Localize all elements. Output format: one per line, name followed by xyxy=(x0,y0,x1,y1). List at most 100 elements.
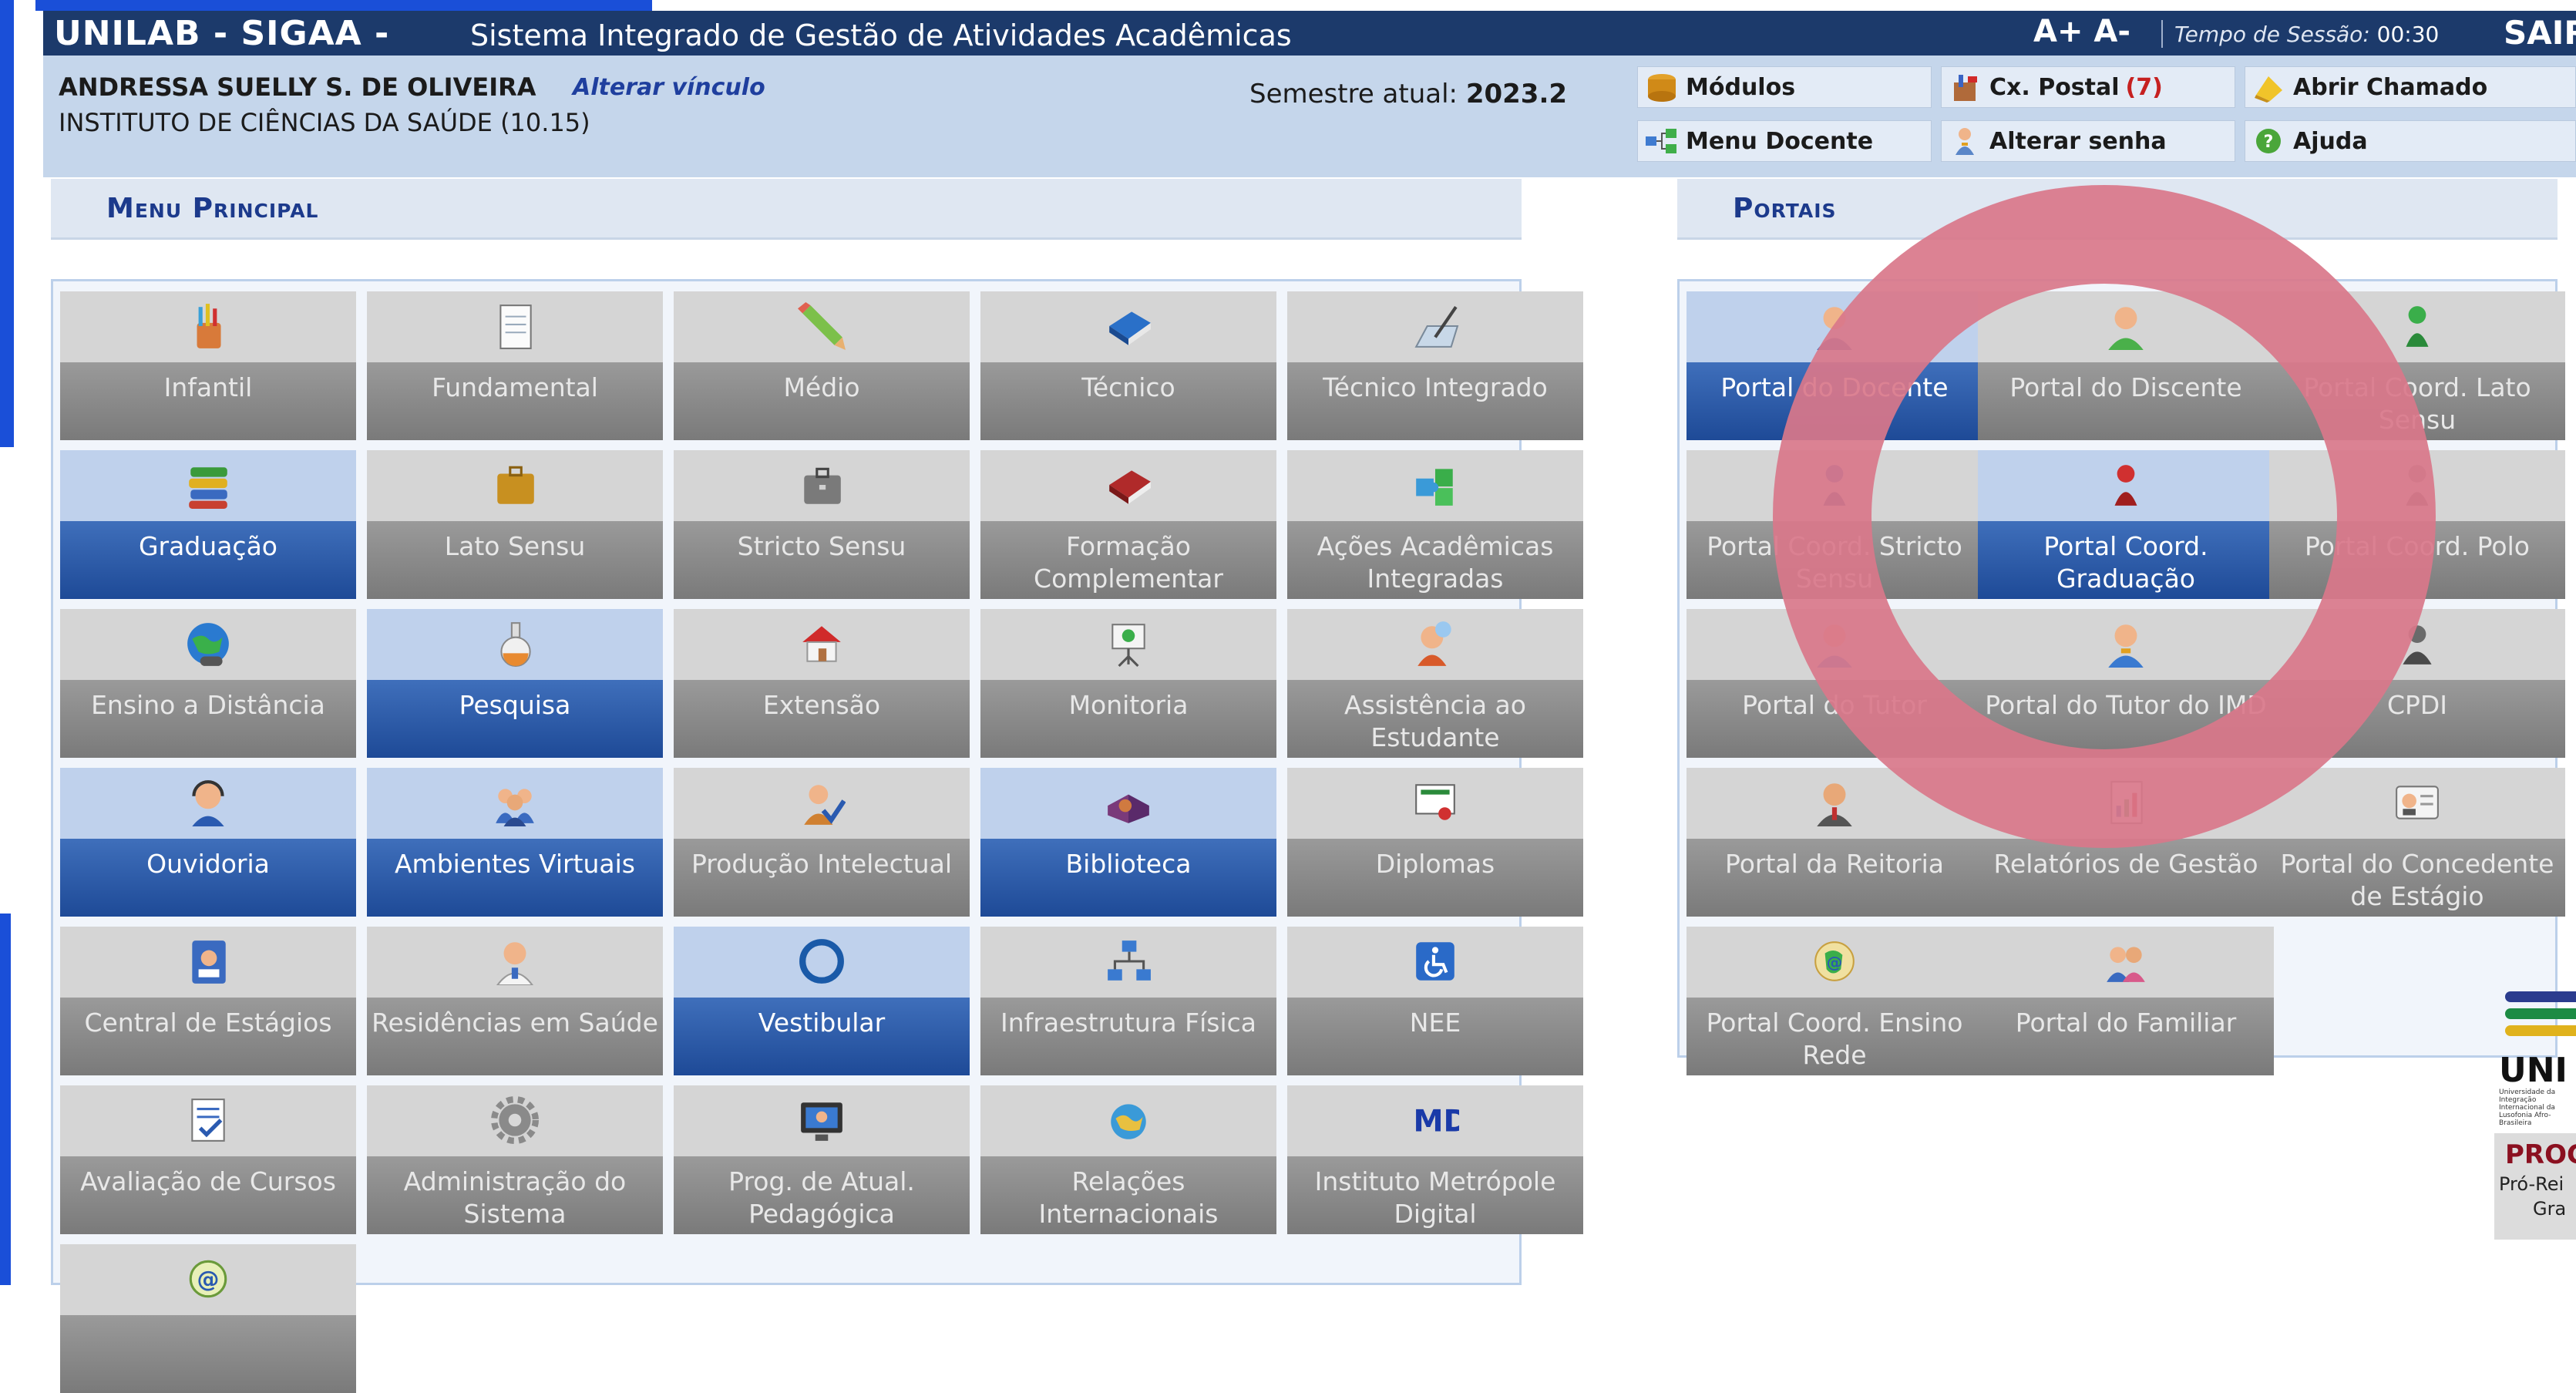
menu-tile[interactable]: Avaliação de Cursos xyxy=(60,1085,356,1234)
menu-tile[interactable]: Ouvidoria xyxy=(60,768,356,917)
briefcase-gray-icon xyxy=(798,461,846,509)
menu-tile[interactable]: NEE xyxy=(1287,927,1583,1075)
menu-tile[interactable]: Fundamental xyxy=(367,291,663,440)
help-label: Ajuda xyxy=(2293,127,2368,155)
network-icon xyxy=(1105,937,1152,985)
menu-tile[interactable]: Monitoria xyxy=(980,609,1276,758)
change-password-label: Alterar senha xyxy=(1989,127,2167,155)
portal-tile[interactable]: @ Portal Coord. Ensino Rede xyxy=(1687,927,1982,1075)
logo-wave-blue xyxy=(2505,991,2576,1002)
user-info-bar: ANDRESSA SUELLY S. DE OLIVEIRA Alterar v… xyxy=(43,56,2576,177)
menu-tile-label: Graduação xyxy=(138,531,277,561)
portal-tile[interactable]: Portal do Concedente de Estágio xyxy=(2269,768,2565,917)
checklist-icon xyxy=(184,1096,232,1144)
highlight-ring xyxy=(1773,185,2436,848)
menu-tile-label: Produção Intelectual xyxy=(691,849,952,879)
briefcase-icon xyxy=(491,461,539,509)
menu-tile[interactable]: Médio xyxy=(674,291,970,440)
menu-tile-label: Infantil xyxy=(163,372,253,402)
doctor-icon xyxy=(491,937,539,987)
modules-button[interactable]: Módulos xyxy=(1637,66,1932,108)
system-name: Sistema Integrado de Gestão de Atividade… xyxy=(470,19,1292,52)
teacher-menu-button[interactable]: Menu Docente xyxy=(1637,120,1932,162)
header-separator xyxy=(2161,20,2163,48)
drawing-board-icon xyxy=(1411,302,1459,350)
open-ticket-button[interactable]: Abrir Chamado xyxy=(2245,66,2576,108)
menu-tile[interactable]: Infraestrutura Física xyxy=(980,927,1276,1075)
menu-tile[interactable]: Residências em Saúde xyxy=(367,927,663,1075)
menu-tile-label: Ensino a Distância xyxy=(91,690,325,720)
group-icon xyxy=(491,779,539,826)
menu-tile[interactable]: Graduação xyxy=(60,450,356,599)
menu-tile-label: Extensão xyxy=(762,690,881,720)
semester-value: 2023.2 xyxy=(1465,79,1568,109)
menu-tile-label: Central de Estágios xyxy=(84,1008,332,1038)
menu-tile-label: Vestibular xyxy=(758,1008,886,1038)
dean-icon xyxy=(1811,779,1858,826)
portal-tile-label: Portal do Familiar xyxy=(2015,1008,2237,1038)
menu-tile-label: Ambientes Virtuais xyxy=(394,849,635,879)
menu-tile[interactable]: Prog. de Atual. Pedagógica xyxy=(674,1085,970,1234)
svg-text:@: @ xyxy=(1827,953,1843,971)
menu-tile[interactable]: Ambientes Virtuais xyxy=(367,768,663,917)
help-button[interactable]: ? Ajuda xyxy=(2245,120,2576,162)
brand-title: UNILAB - SIGAA - xyxy=(54,14,390,53)
menu-tile[interactable]: Formação Complementar xyxy=(980,450,1276,599)
menu-tile[interactable]: Ensino a Distância xyxy=(60,609,356,758)
portal-tile-label: Portal Coord. Ensino Rede xyxy=(1706,1008,1963,1070)
font-size-controls[interactable]: A+ A- xyxy=(2033,14,2130,49)
menu-tile[interactable]: Biblioteca xyxy=(980,768,1276,917)
flask-icon xyxy=(491,620,539,668)
menu-tile[interactable]: Diplomas xyxy=(1287,768,1583,917)
prograd-line2: Gra xyxy=(2533,1198,2567,1220)
menu-tile[interactable]: Técnico Integrado xyxy=(1287,291,1583,440)
menu-tile[interactable]: IMD Instituto Metrópole Digital xyxy=(1287,1085,1583,1234)
prograd-title: PROG xyxy=(2505,1139,2576,1170)
menu-tile[interactable]: Ações Acadêmicas Integradas xyxy=(1287,450,1583,599)
session-time: 00:30 xyxy=(2376,22,2440,47)
headset-icon xyxy=(184,779,232,826)
left-edge-blue-bottom xyxy=(0,914,11,1285)
menu-tile[interactable]: Produção Intelectual xyxy=(674,768,970,917)
menu-tile-label: Fundamental xyxy=(432,372,598,402)
menu-tile-label: Diplomas xyxy=(1375,849,1495,879)
menu-tile[interactable]: Infantil xyxy=(60,291,356,440)
menu-tile-label: Instituto Metrópole Digital xyxy=(1314,1166,1556,1229)
user-name: ANDRESSA SUELLY S. DE OLIVEIRA xyxy=(59,72,536,102)
menu-tile-label: Lato Sensu xyxy=(444,531,586,561)
logo-wave-green xyxy=(2505,1008,2576,1019)
menu-tile[interactable]: Central de Estágios xyxy=(60,927,356,1075)
menu-tile[interactable]: Relações Internacionais xyxy=(980,1085,1276,1234)
change-link[interactable]: Alterar vínculo xyxy=(573,74,765,101)
menu-tile[interactable]: Pesquisa xyxy=(367,609,663,758)
person-check-icon xyxy=(798,779,846,826)
mailbox-button[interactable]: Cx. Postal (7) xyxy=(1941,66,2235,108)
menu-tile[interactable]: Técnico xyxy=(980,291,1276,440)
prograd-line1: Pró-Rei xyxy=(2499,1173,2564,1195)
support-person-icon xyxy=(1411,620,1459,668)
main-menu-title: Menu Principal xyxy=(106,193,319,224)
mailbox-icon xyxy=(1948,72,1983,103)
menu-tile[interactable]: Extensão xyxy=(674,609,970,758)
change-password-button[interactable]: Alterar senha xyxy=(1941,120,2235,162)
menu-tile[interactable]: Assistência ao Estudante xyxy=(1287,609,1583,758)
menu-tile-label: Técnico Integrado xyxy=(1323,372,1548,402)
menu-tile[interactable]: @ xyxy=(60,1244,356,1393)
top-header: UNILAB - SIGAA - Sistema Integrado de Ge… xyxy=(43,11,2576,56)
vestibular-logo-icon xyxy=(798,937,846,985)
menu-tile[interactable]: Administração do Sistema xyxy=(367,1085,663,1234)
menu-tile[interactable]: Lato Sensu xyxy=(367,450,663,599)
portal-tile[interactable]: Portal do Familiar xyxy=(1978,927,2274,1075)
globe-icon xyxy=(184,620,232,668)
logout-link[interactable]: SAIR xyxy=(2504,14,2576,52)
left-edge-bar xyxy=(0,0,35,1285)
menu-tile[interactable]: Stricto Sensu xyxy=(674,450,970,599)
pencil-icon xyxy=(798,302,846,350)
pencil-cup-icon xyxy=(184,302,232,350)
session-label: Tempo de Sessão: xyxy=(2174,22,2370,47)
prograd-badge: PROG Pró-Rei Gra xyxy=(2494,1133,2576,1240)
menu-tile[interactable]: Vestibular xyxy=(674,927,970,1075)
left-edge-blue-top xyxy=(0,0,14,447)
puzzle-icon xyxy=(1411,461,1459,509)
mailbox-label: Cx. Postal xyxy=(1989,73,2120,101)
